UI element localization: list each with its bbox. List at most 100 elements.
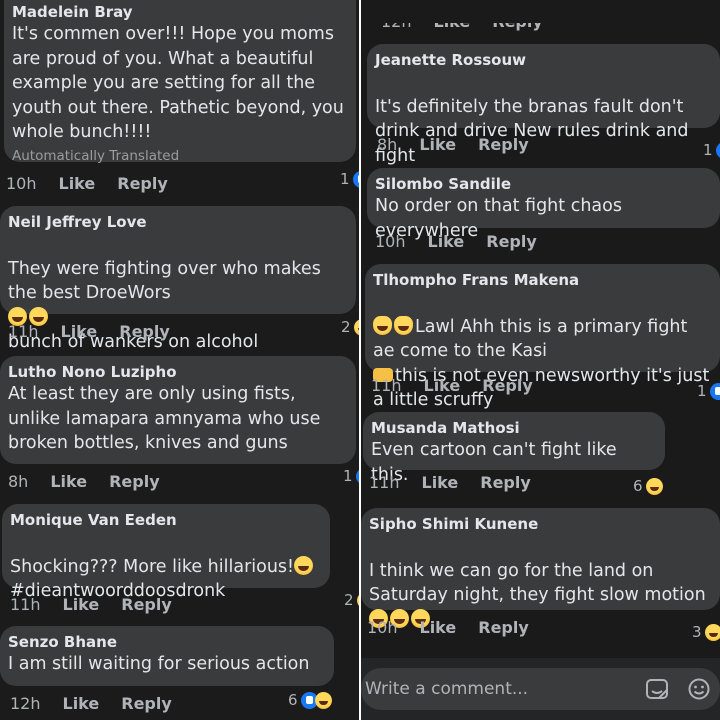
like-reaction-icon	[715, 141, 720, 159]
comment-time: 11h	[369, 473, 400, 492]
comment-text-part: Lawl Ahh this is a primary fight ae come…	[373, 316, 688, 362]
comment-author[interactable]: Neil Jeffrey Love	[8, 212, 346, 232]
comment-input-box[interactable]	[361, 668, 720, 710]
comment-bubble: Lutho Nono Luzipho At least they are onl…	[0, 356, 356, 464]
comment-actions: 8h Like Reply	[377, 135, 551, 154]
comment-bubble: Madelein Bray It's commen over!!! Hope y…	[4, 0, 356, 165]
comment-author[interactable]: Madelein Bray	[12, 2, 346, 22]
comment-bubble: Monique Van Eeden Shocking??? More like …	[2, 504, 330, 601]
reaction-count: 2	[344, 591, 354, 609]
comment-time: 8h	[8, 472, 29, 491]
like-button[interactable]: Like	[420, 618, 457, 637]
reaction-count: 1	[703, 141, 713, 159]
like-button[interactable]: Like	[419, 135, 456, 154]
comment-actions: 11h Like Reply	[369, 473, 553, 492]
haha-reaction-icon	[314, 691, 332, 709]
reply-button[interactable]: Reply	[119, 322, 170, 341]
reply-button[interactable]: Reply	[482, 376, 533, 395]
comment-actions: 11h Like Reply	[8, 322, 192, 341]
comment-actions: 10h Like Reply	[6, 174, 190, 193]
like-button[interactable]: Like	[61, 322, 98, 341]
comment-author[interactable]: Tlhompho Frans Makena	[373, 270, 710, 290]
comment-actions: 12h Like Reply	[381, 12, 565, 31]
comment-time: 12h	[381, 12, 412, 31]
comment-text-part: I think we can go for the land on Saturd…	[369, 560, 706, 606]
reaction-summary[interactable]: 6	[633, 477, 663, 495]
comment-bubble: Tlhompho Frans Makena Lawl Ahh this is a…	[365, 264, 720, 410]
reaction-summary[interactable]: 3	[692, 623, 720, 641]
haha-emoji-icon	[294, 555, 314, 575]
comment-actions: 10h Like Reply	[367, 618, 551, 637]
reply-button[interactable]: Reply	[480, 473, 531, 492]
reaction-count: 1	[340, 170, 350, 188]
reaction-summary[interactable]: 1	[343, 467, 359, 485]
comment-composer	[361, 658, 720, 720]
comment-text: I am still waiting for serious action	[8, 654, 310, 674]
comment-text-part: They were fighting over who makes the be…	[8, 258, 321, 304]
reply-button[interactable]: Reply	[478, 135, 529, 154]
like-reaction-icon	[355, 467, 359, 485]
comment-author[interactable]: Musanda Mathosi	[371, 418, 655, 438]
haha-reaction-icon	[645, 477, 663, 495]
comment-actions: 8h Like Reply	[8, 472, 182, 491]
comment-bubble: Neil Jeffrey Love They were fighting ove…	[0, 206, 356, 352]
like-button[interactable]: Like	[63, 694, 100, 713]
reply-button[interactable]: Reply	[492, 23, 543, 31]
reply-button[interactable]: Reply	[109, 472, 160, 491]
reply-button[interactable]: Reply	[121, 694, 172, 713]
comment-time: 11h	[371, 376, 402, 395]
comment-bubble: Jeanette Rossouw It's definitely the bra…	[367, 44, 720, 188]
reaction-summary[interactable]: 1	[697, 382, 720, 400]
auto-translated-label[interactable]: Automatically Translated	[12, 147, 346, 165]
reaction-summary[interactable]: 6	[288, 691, 332, 709]
comment-actions: 10h Like Reply	[375, 232, 559, 251]
comment-text: It's commen over!!! Hope you moms are pr…	[12, 24, 344, 142]
like-button[interactable]: Like	[59, 174, 96, 193]
comment-time: 10h	[367, 618, 398, 637]
like-button[interactable]: Like	[63, 595, 100, 614]
comment-author[interactable]: Lutho Nono Luzipho	[8, 362, 346, 382]
comment-time: 12h	[10, 694, 41, 713]
reaction-summary[interactable]: 1	[703, 141, 720, 159]
like-button[interactable]: Like	[434, 23, 471, 31]
left-screenshot-panel: Madelein Bray It's commen over!!! Hope y…	[0, 0, 359, 720]
sticker-icon[interactable]	[645, 678, 669, 700]
reply-button[interactable]: Reply	[117, 174, 168, 193]
reaction-summary[interactable]: 2	[341, 318, 359, 336]
haha-reaction-icon	[356, 591, 359, 609]
reply-button[interactable]: Reply	[486, 232, 537, 251]
reaction-summary[interactable]: 1	[340, 170, 359, 188]
comment-actions: 11h Like Reply	[10, 595, 194, 614]
comment-author[interactable]: Senzo Bhane	[8, 632, 324, 652]
comment-bubble: Musanda Mathosi Even cartoon can't fight…	[363, 412, 665, 485]
like-button[interactable]: Like	[424, 376, 461, 395]
reaction-count: 6	[288, 691, 298, 709]
comment-text: At least they are only using fists, unli…	[8, 384, 321, 453]
comment-input[interactable]	[365, 668, 635, 710]
emoji-icon[interactable]	[687, 678, 711, 700]
comment-author[interactable]: Monique Van Eeden	[10, 510, 320, 530]
comment-text-part: Shocking??? More like hillarious!	[10, 556, 295, 577]
comment-author[interactable]: Jeanette Rossouw	[375, 50, 710, 70]
reply-button[interactable]: Reply	[121, 595, 172, 614]
reaction-count: 6	[633, 477, 643, 495]
like-reaction-icon	[709, 382, 720, 400]
comment-text: Shocking??? More like hillarious!	[10, 530, 320, 579]
haha-reaction-icon	[704, 623, 720, 641]
comment-bubble: Senzo Bhane I am still waiting for serio…	[0, 626, 334, 686]
reply-button[interactable]: Reply	[478, 618, 529, 637]
reaction-summary[interactable]: 2	[344, 591, 359, 609]
comment-time: 11h	[10, 595, 41, 614]
right-screenshot-panel: 12h Like Reply Jeanette Rossouw It's def…	[361, 0, 720, 720]
comment-author[interactable]: Silombo Sandile	[375, 174, 710, 194]
like-reaction-icon	[352, 170, 359, 188]
comment-author[interactable]: Sipho Shimi Kunene	[369, 514, 710, 534]
comment-time: 10h	[375, 232, 406, 251]
reaction-count: 1	[343, 467, 353, 485]
like-button[interactable]: Like	[50, 472, 87, 491]
comment-bubble: Silombo Sandile No order on that fight c…	[367, 168, 720, 241]
haha-reaction-icon	[353, 318, 359, 336]
like-button[interactable]: Like	[422, 473, 459, 492]
comment-bubble: Sipho Shimi Kunene I think we can go for…	[361, 508, 720, 628]
like-button[interactable]: Like	[428, 232, 465, 251]
